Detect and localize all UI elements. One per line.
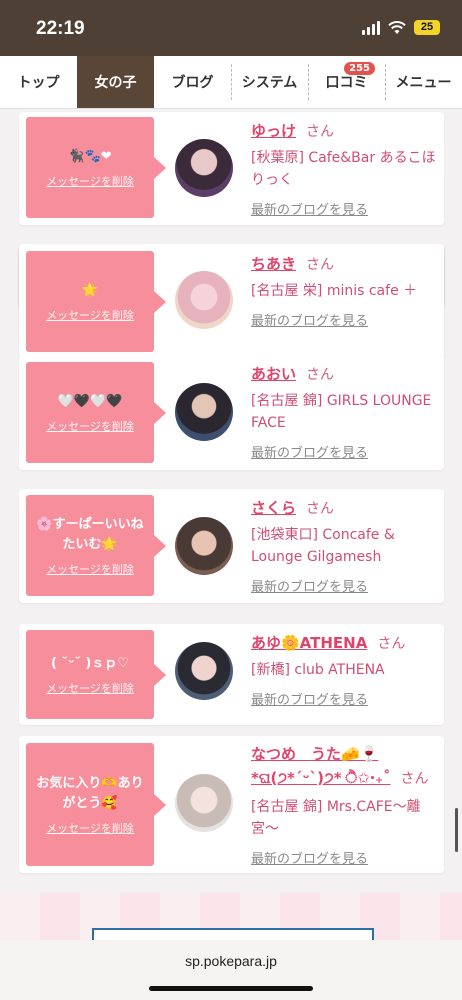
- favorite-card: お気に入り🫶ありがとう🥰 メッセージを削除 なつめ うた🧀🍷*ଘ(੭*ˊᵕˋ)੭…: [19, 736, 444, 873]
- shop-name: [池袋東口] Concafe & Lounge Gilgamesh: [251, 527, 395, 565]
- avatar[interactable]: [175, 383, 233, 441]
- tab-top[interactable]: トップ: [0, 56, 77, 108]
- avatar[interactable]: [175, 774, 233, 832]
- avatar[interactable]: [175, 139, 233, 197]
- favorite-card: 🌟 メッセージを削除 ちあき さん [名古屋 栄] minis cafe ＋ 最新…: [19, 245, 444, 358]
- message-bubble: 🌸すーぱーいいねたいむ🌟 メッセージを削除: [26, 495, 166, 596]
- latest-blog-link[interactable]: 最新のブログを見る: [251, 848, 441, 867]
- delete-message-link[interactable]: メッセージを削除: [46, 418, 134, 434]
- girl-name-link[interactable]: ゆっけ: [251, 122, 296, 140]
- girl-name-link[interactable]: ちあき: [251, 255, 296, 273]
- message-bubble: 🐈‍⬛🐾❤ メッセージを削除: [26, 117, 166, 218]
- scrollbar[interactable]: [455, 808, 458, 852]
- signal-icon: [362, 20, 380, 35]
- honorific: さん: [306, 257, 335, 273]
- latest-blog-link[interactable]: 最新のブログを見る: [251, 310, 441, 329]
- honorific: さん: [306, 367, 335, 383]
- message-bubble: 🌟 メッセージを削除: [26, 251, 166, 352]
- favorite-card: 🤍🖤🤍🖤 メッセージを削除 あおい さん [名古屋 錦] GIRLS LOUNGE…: [19, 355, 444, 470]
- shop-name: [新橋] club ATHENA: [251, 662, 385, 678]
- status-time: 22:19: [36, 18, 85, 39]
- favorite-card: 🌸すーぱーいいねたいむ🌟 メッセージを削除 さくら さん [池袋東口] Conca…: [19, 489, 444, 603]
- tab-blog[interactable]: ブログ: [154, 56, 231, 108]
- delete-message-link[interactable]: メッセージを削除: [46, 820, 134, 836]
- message-text: 🌸すーぱーいいねたいむ🌟: [36, 516, 144, 552]
- girl-info: ちあき さん [名古屋 栄] minis cafe ＋ 最新のブログを見る: [251, 253, 441, 329]
- latest-blog-link[interactable]: 最新のブログを見る: [251, 689, 441, 708]
- battery-icon: 25: [414, 20, 440, 35]
- avatar[interactable]: [175, 517, 233, 575]
- honorific: さん: [377, 636, 406, 652]
- shop-name: [秋葉原] Cafe&Bar あるこほりっく: [251, 150, 436, 188]
- latest-blog-link[interactable]: 最新のブログを見る: [251, 199, 441, 218]
- message-text: 🐈‍⬛🐾❤: [68, 148, 112, 164]
- girl-info: なつめ うた🧀🍷*ଘ(੭*ˊᵕˋ)੭* ੈ✩‧₊˚ さん [名古屋 錦] Mrs.…: [251, 742, 441, 867]
- message-bubble: 🤍🖤🤍🖤 メッセージを削除: [26, 362, 166, 463]
- tab-girls[interactable]: 女の子: [77, 56, 154, 108]
- url-text: sp.pokepara.jp: [185, 953, 277, 969]
- message-text: お気に入り🫶ありがとう🥰: [36, 775, 144, 811]
- girl-info: さくら さん [池袋東口] Concafe & Lounge Gilgamesh …: [251, 497, 441, 595]
- message-bubble: ( ˘ᵕ˘ )ｓｐ♡ メッセージを削除: [26, 630, 166, 719]
- delete-message-link[interactable]: メッセージを削除: [46, 561, 134, 577]
- message-text: 🤍🖤🤍🖤: [57, 393, 123, 409]
- avatar[interactable]: [175, 642, 233, 700]
- home-indicator[interactable]: [149, 986, 313, 991]
- shop-name: [名古屋 錦] Mrs.CAFE〜離宮〜: [251, 799, 421, 837]
- girl-name-link[interactable]: さくら: [251, 499, 296, 517]
- browser-address-bar[interactable]: sp.pokepara.jp: [0, 940, 462, 1000]
- girl-name-link[interactable]: あゆ🌼ATHENA: [251, 634, 367, 652]
- latest-blog-link[interactable]: 最新のブログを見る: [251, 442, 441, 461]
- wifi-icon: [388, 20, 406, 34]
- tab-system[interactable]: システム: [231, 56, 308, 108]
- latest-blog-link[interactable]: 最新のブログを見る: [251, 576, 441, 595]
- tab-menu[interactable]: メニュー: [385, 56, 462, 108]
- reviews-count-badge: 255: [344, 62, 375, 75]
- girl-name-link[interactable]: なつめ うた🧀🍷*ଘ(੭*ˊᵕˋ)੭* ੈ✩‧₊˚: [251, 745, 391, 787]
- honorific: さん: [400, 771, 429, 787]
- delete-message-link[interactable]: メッセージを削除: [46, 307, 134, 323]
- message-text: ( ˘ᵕ˘ )ｓｐ♡: [51, 655, 129, 671]
- delete-message-link[interactable]: メッセージを削除: [46, 173, 134, 189]
- honorific: さん: [306, 124, 335, 140]
- girl-info: あおい さん [名古屋 錦] GIRLS LOUNGE FACE 最新のブログを見…: [251, 363, 441, 461]
- honorific: さん: [306, 501, 335, 517]
- message-text: 🌟: [81, 282, 99, 298]
- shop-name: [名古屋 錦] GIRLS LOUNGE FACE: [251, 393, 432, 431]
- favorite-card: 🐈‍⬛🐾❤ メッセージを削除 ゆっけ さん [秋葉原] Cafe&Bar あるこほ…: [19, 112, 444, 225]
- tab-reviews[interactable]: 口コミ 255: [308, 56, 385, 108]
- delete-message-link[interactable]: メッセージを削除: [46, 680, 134, 696]
- shop-name: [名古屋 栄] minis cafe ＋: [251, 283, 418, 299]
- girl-info: ゆっけ さん [秋葉原] Cafe&Bar あるこほりっく 最新のブログを見る: [251, 120, 441, 218]
- girl-info: あゆ🌼ATHENA さん [新橋] club ATHENA 最新のブログを見る: [251, 632, 441, 708]
- nav-tabs: トップ 女の子 ブログ システム 口コミ 255 メニュー: [0, 56, 462, 109]
- avatar[interactable]: [175, 271, 233, 329]
- status-bar: 22:19 25: [0, 0, 462, 56]
- message-bubble: お気に入り🫶ありがとう🥰 メッセージを削除: [26, 743, 166, 866]
- status-icons: 25: [362, 20, 440, 35]
- girl-name-link[interactable]: あおい: [251, 365, 296, 383]
- favorite-card: ( ˘ᵕ˘ )ｓｐ♡ メッセージを削除 あゆ🌼ATHENA さん [新橋] clu…: [19, 624, 444, 725]
